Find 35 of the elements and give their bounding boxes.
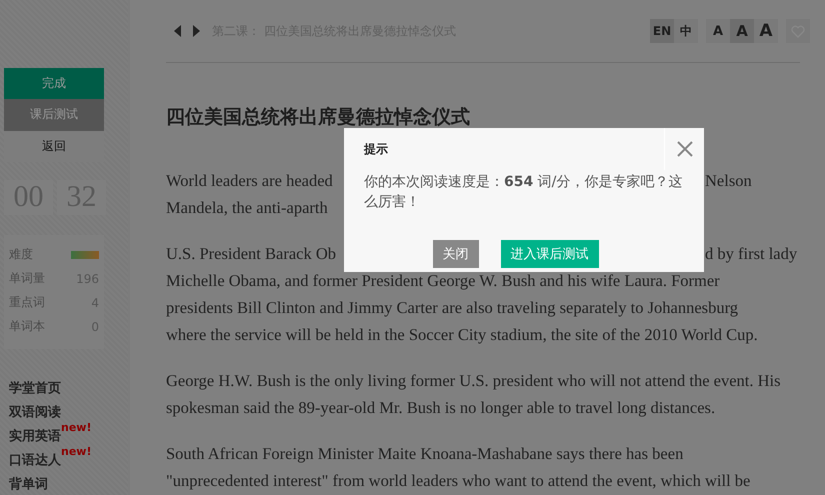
nav-link[interactable]: 实用英语: [9, 426, 61, 447]
new-label: new!: [61, 420, 92, 434]
font-size-button[interactable]: A: [730, 19, 754, 43]
article-text: U.S. President Barack Ob: [166, 243, 336, 265]
new-label: new!: [61, 444, 92, 458]
dialog-title: 提示: [364, 141, 389, 158]
article-text: Mandela, the anti-aparth: [166, 197, 328, 219]
article-title: 四位美国总统将出席曼德拉悼念仪式: [166, 105, 471, 129]
article-text: Nelson: [705, 170, 752, 192]
previous-icon[interactable]: [174, 25, 182, 37]
sidebar-button[interactable]: 完成: [4, 68, 104, 100]
article-text: spokesman said the 89-year-old Mr. Bush is no longer able to travel long distances.: [166, 397, 716, 419]
article-text: World leaders are headed: [166, 170, 333, 192]
font-size-button[interactable]: A: [754, 19, 778, 43]
difficulty-bar: [71, 250, 99, 259]
nav-link[interactable]: 背单词: [9, 474, 48, 495]
language-toggle[interactable]: 中: [674, 19, 698, 43]
sidebar-button[interactable]: 课后测试: [4, 99, 104, 131]
article-text: "unprecedented interest" from world leaders who want to attend the event, which will be: [166, 470, 750, 492]
article-text: presidents Bill Clinton and Jimmy Carter are also traveling separately to Johannesburg: [166, 297, 738, 319]
dialog-button[interactable]: 进入课后测试: [500, 240, 598, 268]
nav-link[interactable]: 双语阅读: [9, 402, 61, 423]
close-icon: [676, 141, 692, 157]
nav-link[interactable]: 口语达人: [9, 450, 61, 471]
article-text: George H.W. Bush is the only living former U.S. president who will not attend the event. His: [166, 370, 781, 392]
article-text: South African Foreign Minister Maite Knoana-Mashabane says there has been: [166, 443, 684, 465]
article-text: Michelle Obama, and former President George W. Bush and his wife Laura. Former: [166, 270, 720, 292]
article-text: where the service will be held in the Soccer City stadium, the site of the 2010 World Cup.: [166, 324, 758, 346]
font-size-button[interactable]: A: [706, 19, 730, 43]
dialog-button[interactable]: 关闭: [432, 240, 478, 268]
dialog-message: 你的本次阅读速度是：654 词/分，你是专家吧？这么厉害！: [364, 173, 684, 212]
next-icon[interactable]: [192, 25, 200, 37]
nav-link[interactable]: 学堂首页: [9, 378, 61, 399]
article-text: d by first lady: [705, 243, 798, 265]
language-toggle[interactable]: EN: [650, 19, 674, 43]
